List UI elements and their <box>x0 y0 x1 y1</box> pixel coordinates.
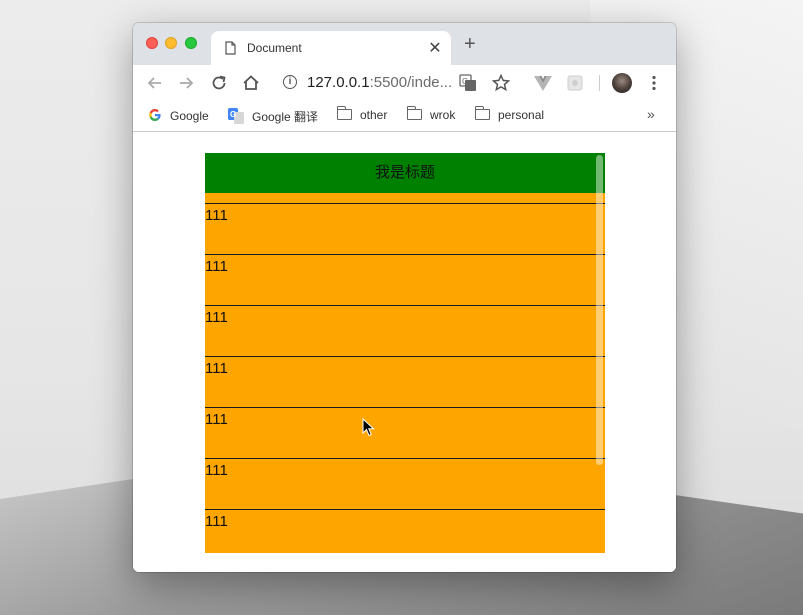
bookmark-folder-personal[interactable]: personal <box>474 106 545 122</box>
bookmark-google-translate[interactable]: G Google 翻译 <box>228 108 318 125</box>
bookmarks-bar: Google G Google 翻译 other wrok personal » <box>133 101 676 132</box>
svg-text:G: G <box>462 77 468 86</box>
browser-window: Document ✕ + i 127.0.0.1:5500/inde... G <box>133 23 676 572</box>
page-content: 我是标题 111 111 111 111 111 111 111 <box>133 132 676 572</box>
title-bar: Document ✕ + <box>133 23 676 65</box>
plus-icon[interactable]: + <box>464 34 476 54</box>
tab-title: Document <box>247 41 302 55</box>
bookmark-google[interactable]: Google <box>148 108 209 123</box>
google-translate-icon: G <box>228 108 244 124</box>
document-icon <box>225 41 236 55</box>
browser-toolbar: i 127.0.0.1:5500/inde... G <box>133 65 676 101</box>
list-item: 111 <box>205 458 605 508</box>
toolbar-separator <box>599 75 600 91</box>
profile-avatar[interactable] <box>612 73 632 93</box>
window-minimize-button[interactable] <box>165 37 177 49</box>
bookmark-label: Google <box>170 109 209 123</box>
translate-icon[interactable]: G <box>459 74 477 92</box>
folder-icon <box>474 106 490 120</box>
list-item: 111 <box>205 254 605 304</box>
close-icon[interactable]: ✕ <box>427 38 443 58</box>
star-icon[interactable] <box>491 73 511 93</box>
tab-document[interactable]: Document ✕ <box>211 31 451 65</box>
mouse-cursor-icon <box>362 418 375 437</box>
svg-text:G: G <box>230 110 236 119</box>
folder-icon <box>406 106 422 120</box>
bookmark-label: Google 翻译 <box>252 110 319 124</box>
more-vertical-icon[interactable] <box>644 73 664 93</box>
window-maximize-button[interactable] <box>185 37 197 49</box>
list-item: 111 <box>205 509 605 553</box>
bookmark-label: wrok <box>430 108 456 122</box>
address-bar[interactable]: i 127.0.0.1:5500/inde... <box>281 71 601 95</box>
forward-arrow-icon[interactable] <box>176 73 196 93</box>
bookmark-folder-wrok[interactable]: wrok <box>406 106 456 122</box>
list-item: 111 <box>205 356 605 406</box>
info-icon[interactable]: i <box>283 75 297 89</box>
bookmark-label: other <box>360 108 388 122</box>
url-text: 127.0.0.1:5500/inde... <box>307 74 453 91</box>
bookmarks-overflow-button[interactable]: » <box>647 106 655 122</box>
page-header: 我是标题 <box>205 153 605 193</box>
scroll-container[interactable]: 我是标题 111 111 111 111 111 111 111 <box>205 153 605 553</box>
google-icon <box>149 109 161 121</box>
vue-devtools-icon[interactable] <box>533 73 553 93</box>
back-arrow-icon[interactable] <box>145 73 165 93</box>
list-item: 111 <box>205 407 605 457</box>
scrollbar-thumb[interactable] <box>596 155 603 465</box>
window-close-button[interactable] <box>146 37 158 49</box>
bookmark-folder-other[interactable]: other <box>336 106 388 122</box>
bookmark-label: personal <box>498 108 545 122</box>
list-item: 111 <box>205 305 605 355</box>
folder-icon <box>336 106 352 120</box>
reload-icon[interactable] <box>209 73 229 93</box>
list-item: 111 <box>205 203 605 253</box>
extension-icon[interactable] <box>565 73 585 93</box>
home-icon[interactable] <box>241 73 261 93</box>
